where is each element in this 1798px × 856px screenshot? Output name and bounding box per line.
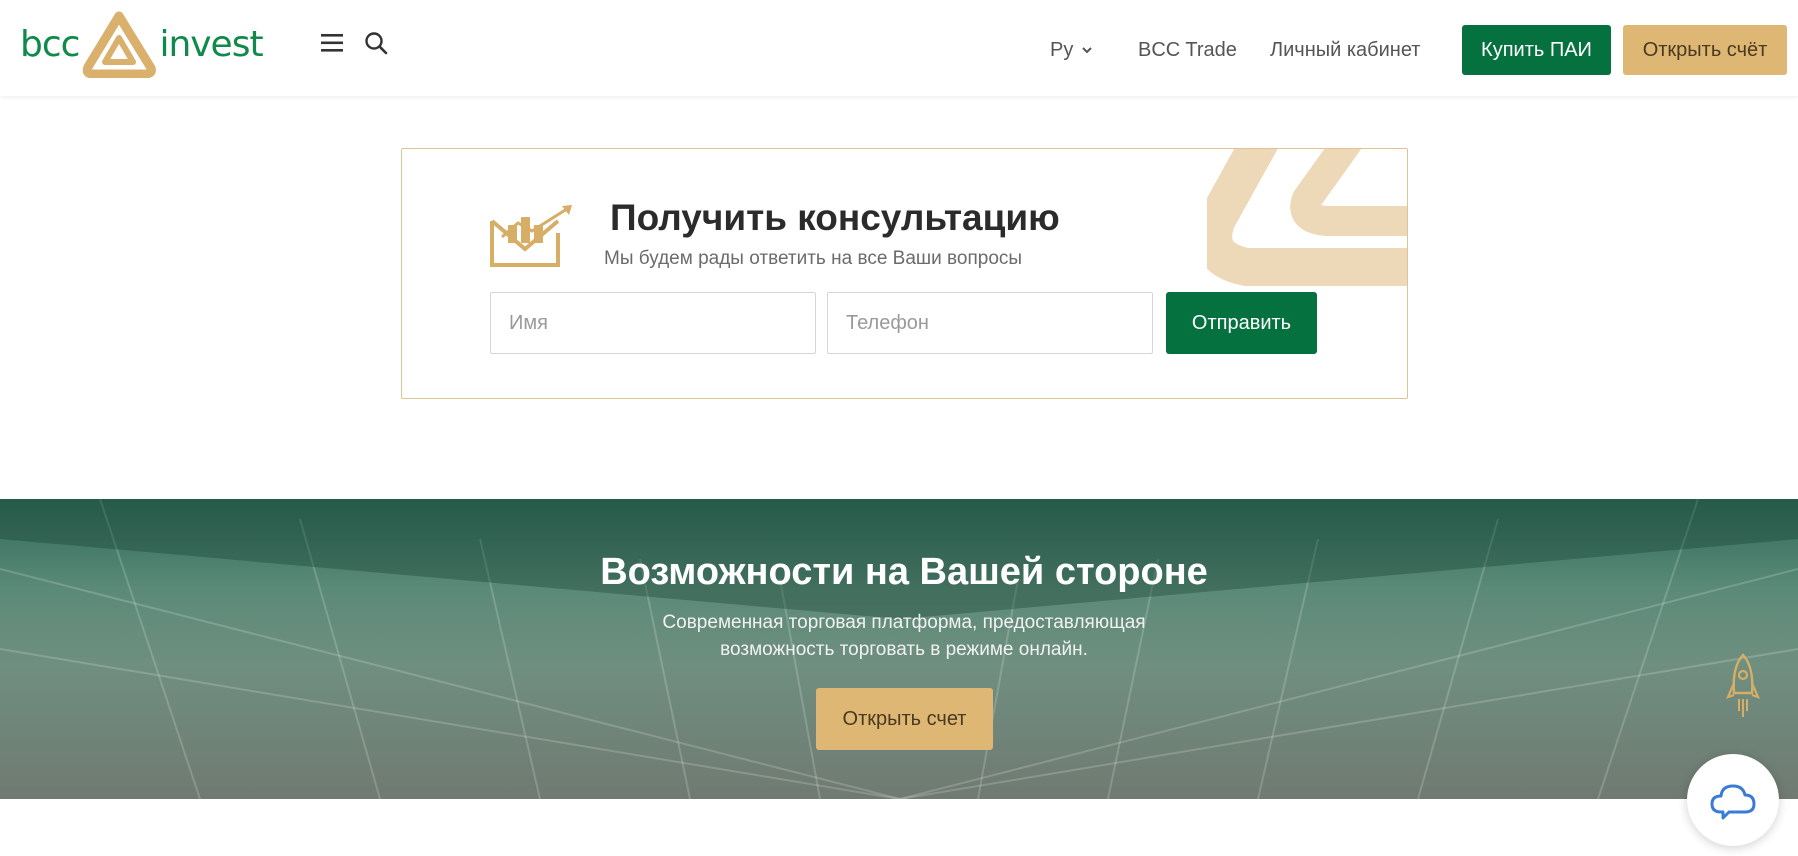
language-label: Ру xyxy=(1050,38,1074,61)
name-input[interactable] xyxy=(490,292,816,354)
submit-button[interactable]: Отправить xyxy=(1166,292,1317,354)
consultation-title: Получить консультацию xyxy=(610,197,1060,238)
envelope-chart-icon xyxy=(490,205,572,267)
nav-link-bcc-trade[interactable]: BCC Trade xyxy=(1138,24,1237,76)
nav-link-personal-cabinet[interactable]: Личный кабинет xyxy=(1270,24,1420,76)
triangle-logo-mark-icon xyxy=(83,11,157,78)
rocket-icon[interactable] xyxy=(1726,653,1760,719)
hamburger-icon[interactable] xyxy=(320,32,344,54)
consultation-card: Получить консультацию Мы будем рады отве… xyxy=(401,148,1408,399)
site-header: bcc invest Ру BCC Trade Личный кабинет К… xyxy=(0,0,1798,96)
search-icon[interactable] xyxy=(364,31,388,55)
banner-subtitle: Современная торговая платформа, предоста… xyxy=(0,609,1798,663)
banner-title: Возможности на Вашей стороне xyxy=(600,551,1208,593)
logo-text-invest: invest xyxy=(159,23,263,65)
chevron-down-icon xyxy=(1082,47,1093,54)
buy-pai-button[interactable]: Купить ПАИ xyxy=(1462,25,1611,75)
logo-text-bcc: bcc xyxy=(20,23,80,65)
banner-subtitle-line-2: возможность торговать в режиме онлайн. xyxy=(720,639,1088,660)
language-selector[interactable]: Ру xyxy=(1050,24,1093,76)
bcc-invest-logo[interactable]: bcc invest xyxy=(20,10,264,78)
chat-widget-button[interactable] xyxy=(1687,754,1779,846)
banner-subtitle-line-1: Современная торговая платформа, предоста… xyxy=(662,612,1146,633)
banner-open-account-button[interactable]: Открыть счет xyxy=(816,688,993,750)
open-account-button[interactable]: Открыть счёт xyxy=(1623,25,1787,75)
opportunities-banner: Возможности на Вашей стороне Современная… xyxy=(0,499,1798,799)
consultation-subtitle: Мы будем рады ответить на все Ваши вопро… xyxy=(604,248,1023,269)
phone-input[interactable] xyxy=(827,292,1153,354)
cloud-chat-icon xyxy=(1710,784,1756,820)
